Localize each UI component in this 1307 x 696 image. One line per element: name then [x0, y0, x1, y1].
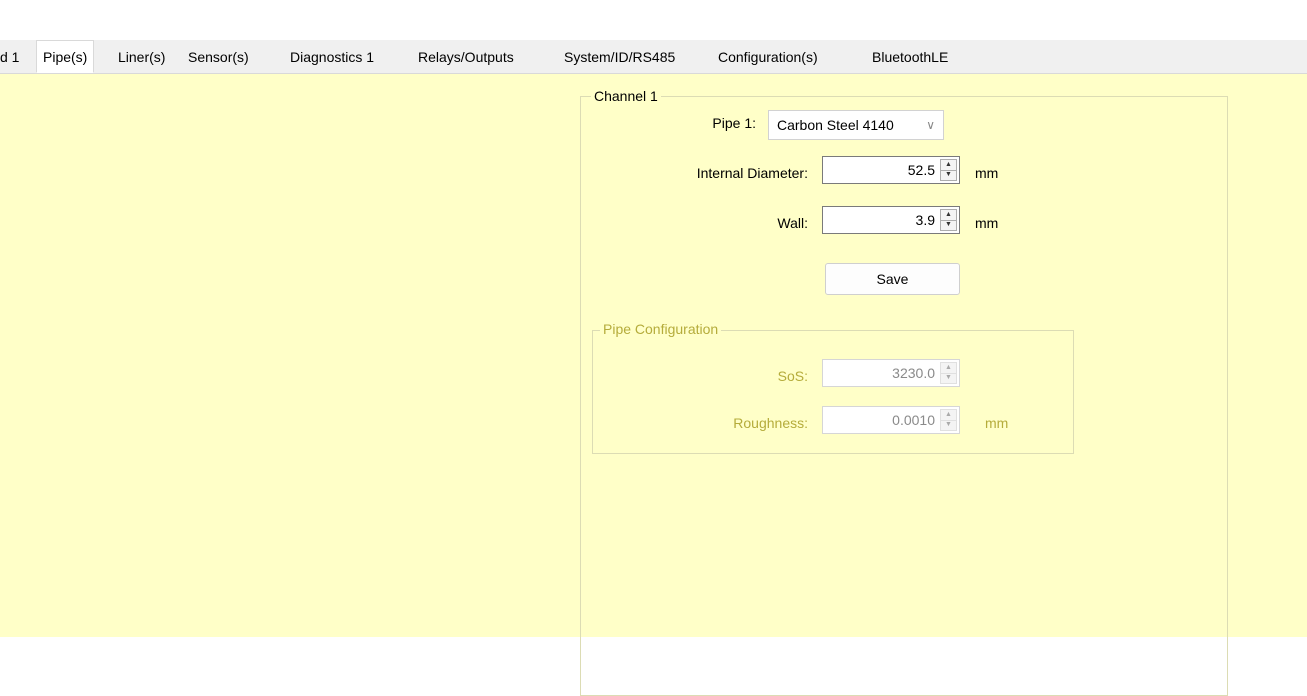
pipe-configuration-groupbox: Pipe Configuration: [592, 321, 1074, 454]
tab-diagnostics-1[interactable]: Diagnostics 1: [290, 42, 374, 72]
roughness-label: Roughness:: [733, 415, 808, 431]
tab-pipes[interactable]: Pipe(s): [36, 40, 95, 73]
save-button[interactable]: Save: [825, 263, 960, 295]
wall-unit: mm: [975, 215, 999, 231]
internal-diameter-value: 52.5: [907, 162, 935, 178]
arrow-down-icon[interactable]: ▼: [941, 170, 956, 180]
internal-diameter-unit: mm: [975, 165, 999, 181]
roughness-spin-buttons: ▲ ▼: [940, 409, 957, 431]
arrow-down-icon[interactable]: ▼: [941, 373, 956, 383]
wall-spin-buttons: ▲ ▼: [940, 209, 957, 231]
wall-spinbox[interactable]: 3.9 ▲ ▼: [822, 206, 960, 234]
pipe-material-select[interactable]: Carbon Steel 4140 ∨: [768, 110, 944, 140]
sos-value: 3230.0: [892, 365, 935, 381]
tab-sensors[interactable]: Sensor(s): [188, 42, 249, 72]
roughness-spinbox[interactable]: 0.0010 ▲ ▼: [822, 406, 960, 434]
pipe-configuration-title: Pipe Configuration: [600, 321, 722, 337]
sos-spin-buttons: ▲ ▼: [940, 362, 957, 384]
internal-diameter-spinbox[interactable]: 52.5 ▲ ▼: [822, 156, 960, 184]
arrow-down-icon[interactable]: ▼: [941, 420, 956, 430]
tab-content-panel: Channel 1 Pipe 1: Carbon Steel 4140 ∨ In…: [0, 74, 1307, 696]
tab-relays-outputs[interactable]: Relays/Outputs: [418, 42, 514, 72]
internal-diameter-label: Internal Diameter:: [696, 165, 808, 181]
pipe-label: Pipe 1:: [712, 115, 756, 131]
sos-label: SoS:: [777, 368, 808, 384]
internal-diameter-spin-buttons: ▲ ▼: [940, 159, 957, 181]
roughness-value: 0.0010: [892, 412, 935, 428]
window-top-area: [0, 0, 1307, 40]
tab-configurations[interactable]: Configuration(s): [718, 42, 818, 72]
tab-partial[interactable]: d 1: [0, 42, 19, 72]
tab-liners[interactable]: Liner(s): [118, 42, 165, 72]
channel-title: Channel 1: [591, 88, 661, 104]
wall-label: Wall:: [777, 215, 808, 231]
tab-bar: d 1 Pipe(s) Liner(s) Sensor(s) Diagnosti…: [0, 40, 1307, 74]
arrow-down-icon[interactable]: ▼: [941, 220, 956, 230]
sos-spinbox[interactable]: 3230.0 ▲ ▼: [822, 359, 960, 387]
wall-value: 3.9: [915, 212, 935, 228]
roughness-unit: mm: [985, 415, 1009, 431]
pipe-material-value: Carbon Steel 4140: [777, 117, 894, 133]
chevron-down-icon: ∨: [926, 118, 935, 132]
tab-system-id-rs485[interactable]: System/ID/RS485: [564, 42, 675, 72]
tab-bluetoothle[interactable]: BluetoothLE: [872, 42, 948, 72]
